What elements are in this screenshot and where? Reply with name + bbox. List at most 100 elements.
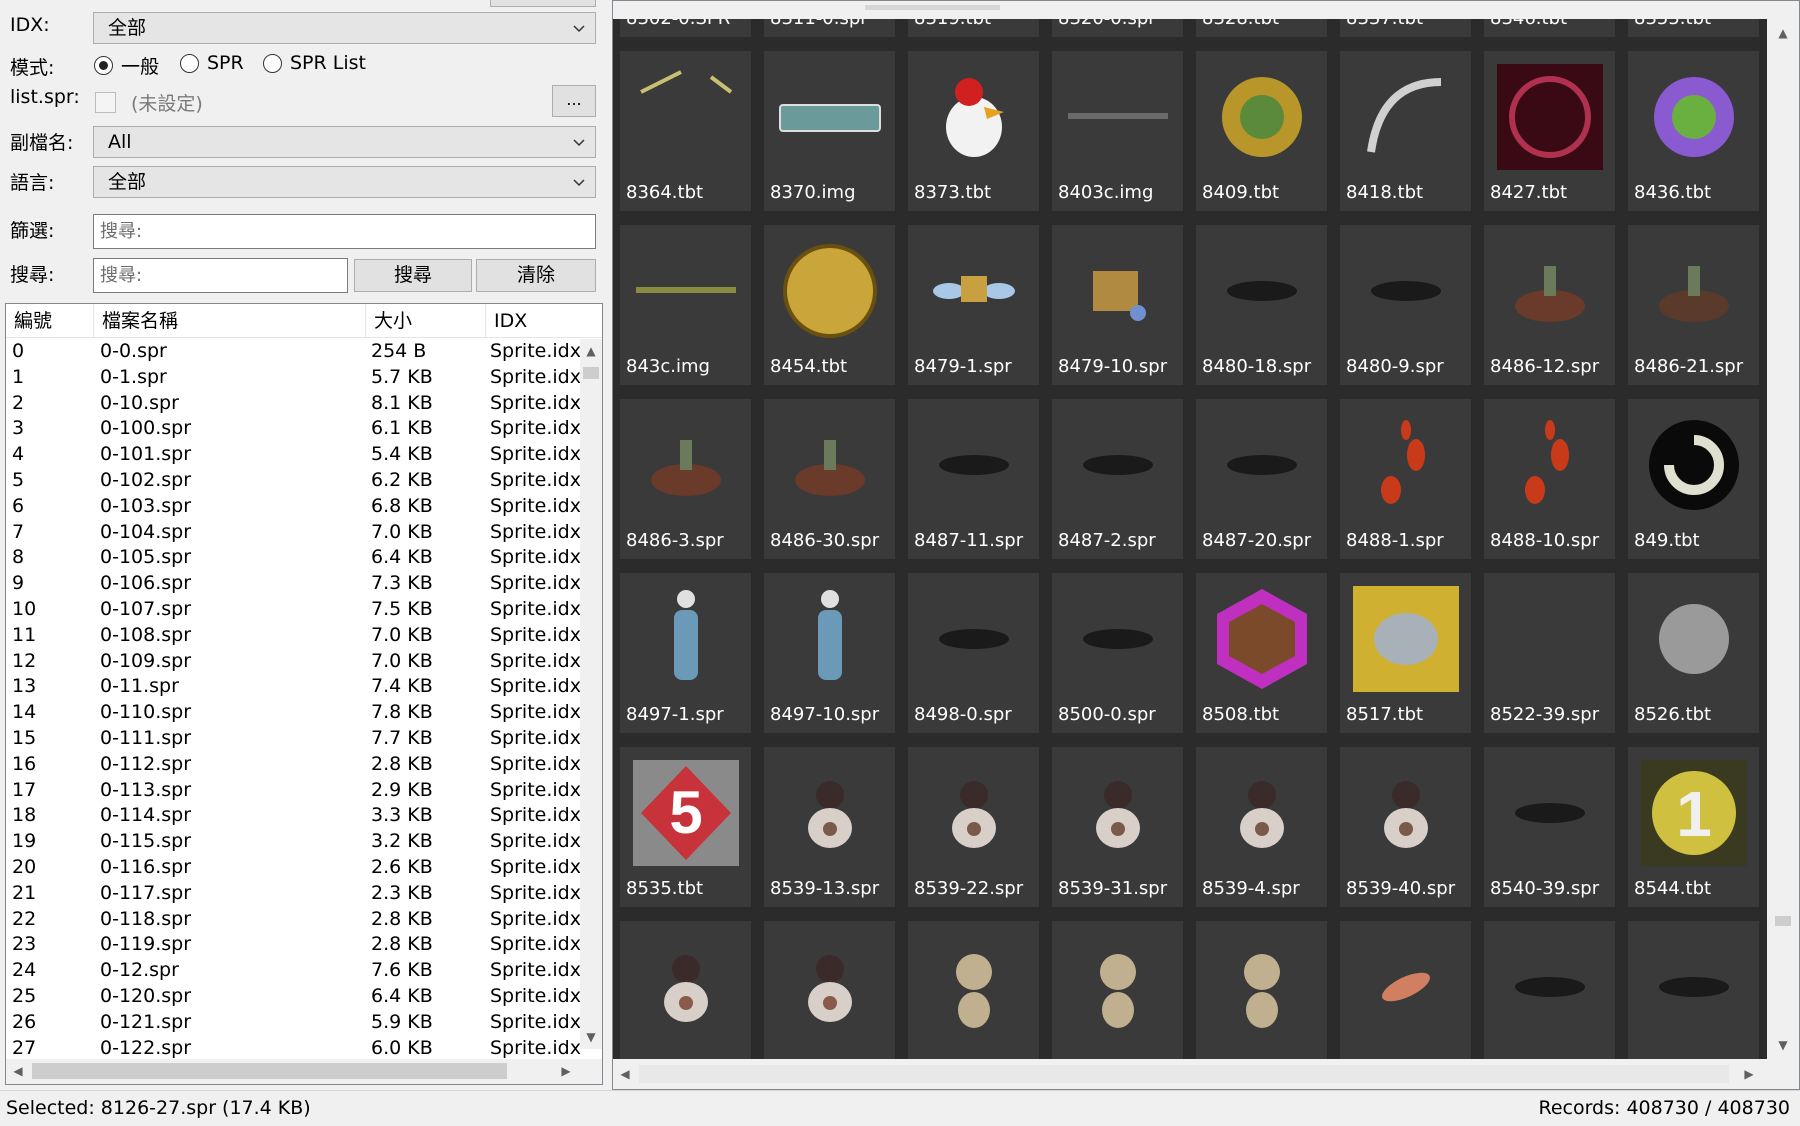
thumbnail-cell[interactable] xyxy=(1484,921,1615,1059)
thumbnail-cell[interactable]: 8418.tbt xyxy=(1340,51,1471,211)
table-row[interactable]: 25 0-120.spr 6.4 KB Sprite.idx xyxy=(6,984,581,1010)
thumbnail-cell[interactable]: 8328.tbt xyxy=(1196,19,1327,37)
thumbnail-cell[interactable]: 843c.img xyxy=(620,225,751,385)
thumbnail-cell[interactable]: 8539-22.spr xyxy=(908,747,1039,907)
thumbnail-cell[interactable]: 8526.tbt xyxy=(1628,573,1759,733)
thumbnail-cell[interactable]: 8364.tbt xyxy=(620,51,751,211)
thumbnail-cell[interactable] xyxy=(764,921,895,1059)
table-row[interactable]: 9 0-106.spr 7.3 KB Sprite.idx xyxy=(6,571,581,597)
table-row[interactable]: 7 0-104.spr 7.0 KB Sprite.idx xyxy=(6,520,581,546)
thumbnail-cell[interactable]: 8486-3.spr xyxy=(620,399,751,559)
mode-radio-spr-list[interactable]: SPR List xyxy=(263,52,366,74)
column-header-filename[interactable]: 檔案名稱 xyxy=(94,304,366,338)
thumbnail-cell[interactable]: 8302-0.SPR xyxy=(620,19,751,37)
thumbnail-horizontal-scrollbar[interactable]: ◀ ▶ xyxy=(613,1059,1767,1089)
table-row[interactable]: 27 0-122.spr 6.0 KB Sprite.idx xyxy=(6,1036,581,1062)
thumbnail-cell[interactable]: 8497-1.spr xyxy=(620,573,751,733)
thumbnail-cell[interactable]: 8479-1.spr xyxy=(908,225,1039,385)
top-button[interactable] xyxy=(490,0,596,7)
table-row[interactable]: 20 0-116.spr 2.6 KB Sprite.idx xyxy=(6,855,581,881)
thumbnail-cell[interactable]: 8487-2.spr xyxy=(1052,399,1183,559)
scroll-left-arrow-icon[interactable]: ◀ xyxy=(615,1064,635,1084)
thumbnail-cell[interactable]: 8486-21.spr xyxy=(1628,225,1759,385)
column-header-number[interactable]: 編號 xyxy=(6,304,94,338)
scroll-up-arrow-icon[interactable]: ▲ xyxy=(581,341,601,361)
scroll-down-arrow-icon[interactable]: ▼ xyxy=(1773,1035,1793,1055)
list-horizontal-scrollbar[interactable]: ◀ ▶ xyxy=(6,1059,602,1084)
scroll-thumb[interactable] xyxy=(639,1065,1729,1083)
thumbnail-cell[interactable]: 8517.tbt xyxy=(1340,573,1471,733)
table-row[interactable]: 11 0-108.spr 7.0 KB Sprite.idx xyxy=(6,623,581,649)
thumbnail-cell[interactable] xyxy=(908,921,1039,1059)
thumbnail-cell[interactable]: 8486-12.spr xyxy=(1484,225,1615,385)
thumbnail-cell[interactable]: 8487-20.spr xyxy=(1196,399,1327,559)
thumbnail-cell[interactable]: 5 8535.tbt xyxy=(620,747,751,907)
filter-input[interactable]: 搜尋: xyxy=(93,214,596,249)
thumbnail-cell[interactable]: 8370.img xyxy=(764,51,895,211)
scroll-up-arrow-icon[interactable]: ▲ xyxy=(1773,23,1793,43)
thumbnail-cell[interactable]: 8486-30.spr xyxy=(764,399,895,559)
thumbnail-cell[interactable]: 8311-0.spr xyxy=(764,19,895,37)
scroll-down-arrow-icon[interactable]: ▼ xyxy=(581,1027,601,1047)
table-row[interactable]: 13 0-11.spr 7.4 KB Sprite.idx xyxy=(6,674,581,700)
table-row[interactable]: 10 0-107.spr 7.5 KB Sprite.idx xyxy=(6,597,581,623)
thumbnail-cell[interactable]: 8488-10.spr xyxy=(1484,399,1615,559)
clear-button[interactable]: 清除 xyxy=(476,259,596,292)
thumbnail-cell[interactable]: 8539-4.spr xyxy=(1196,747,1327,907)
thumbnail-cell[interactable] xyxy=(1196,921,1327,1059)
language-dropdown[interactable]: 全部 xyxy=(93,166,596,198)
mode-radio-spr[interactable]: SPR xyxy=(180,52,244,74)
table-row[interactable]: 6 0-103.spr 6.8 KB Sprite.idx xyxy=(6,494,581,520)
table-row[interactable]: 15 0-111.spr 7.7 KB Sprite.idx xyxy=(6,726,581,752)
table-row[interactable]: 3 0-100.spr 6.1 KB Sprite.idx xyxy=(6,416,581,442)
search-input[interactable]: 搜尋: xyxy=(93,258,348,293)
search-button[interactable]: 搜尋 xyxy=(354,259,472,292)
table-row[interactable]: 4 0-101.spr 5.4 KB Sprite.idx xyxy=(6,442,581,468)
thumbnail-cell[interactable]: 8539-13.spr xyxy=(764,747,895,907)
thumbnail-cell[interactable]: 8480-9.spr xyxy=(1340,225,1471,385)
thumbnail-cell[interactable]: 8403c.img xyxy=(1052,51,1183,211)
table-row[interactable]: 17 0-113.spr 2.9 KB Sprite.idx xyxy=(6,778,581,804)
thumbnail-cell[interactable]: 1 8544.tbt xyxy=(1628,747,1759,907)
thumbnail-cell[interactable]: 8487-11.spr xyxy=(908,399,1039,559)
scroll-thumb[interactable] xyxy=(583,367,599,379)
thumbnail-cell[interactable] xyxy=(1052,921,1183,1059)
scroll-right-arrow-icon[interactable]: ▶ xyxy=(1739,1064,1759,1084)
idx-dropdown[interactable]: 全部 xyxy=(93,12,596,44)
table-row[interactable]: 1 0-1.spr 5.7 KB Sprite.idx xyxy=(6,365,581,391)
thumbnail-cell[interactable] xyxy=(620,921,751,1059)
thumbnail-cell[interactable] xyxy=(1628,921,1759,1059)
thumbnail-cell[interactable]: 849.tbt xyxy=(1628,399,1759,559)
thumbnail-cell[interactable]: 8497-10.spr xyxy=(764,573,895,733)
thumbnail-cell[interactable]: 8522-39.spr xyxy=(1484,573,1615,733)
thumbnail-cell[interactable]: 8488-1.spr xyxy=(1340,399,1471,559)
column-header-size[interactable]: 大小 xyxy=(366,304,486,338)
thumbnail-cell[interactable]: 8498-0.spr xyxy=(908,573,1039,733)
subname-dropdown[interactable]: All xyxy=(93,126,596,158)
thumbnail-cell[interactable]: 8319.tbt xyxy=(908,19,1039,37)
mode-radio-normal[interactable]: 一般 xyxy=(94,52,159,79)
thumbnail-cell[interactable]: 8500-0.spr xyxy=(1052,573,1183,733)
thumbnail-cell[interactable]: 8373.tbt xyxy=(908,51,1039,211)
scroll-left-arrow-icon[interactable]: ◀ xyxy=(8,1061,28,1081)
thumbnail-cell[interactable]: 8409.tbt xyxy=(1196,51,1327,211)
table-row[interactable]: 18 0-114.spr 3.3 KB Sprite.idx xyxy=(6,803,581,829)
table-row[interactable]: 8 0-105.spr 6.4 KB Sprite.idx xyxy=(6,545,581,571)
scroll-right-arrow-icon[interactable]: ▶ xyxy=(556,1061,576,1081)
table-row[interactable]: 5 0-102.spr 6.2 KB Sprite.idx xyxy=(6,468,581,494)
table-row[interactable]: 23 0-119.spr 2.8 KB Sprite.idx xyxy=(6,932,581,958)
table-row[interactable]: 21 0-117.spr 2.3 KB Sprite.idx xyxy=(6,881,581,907)
table-row[interactable]: 0 0-0.spr 254 B Sprite.idx xyxy=(6,339,581,365)
table-row[interactable]: 22 0-118.spr 2.8 KB Sprite.idx xyxy=(6,907,581,933)
table-row[interactable]: 14 0-110.spr 7.8 KB Sprite.idx xyxy=(6,700,581,726)
thumbnail-vertical-scrollbar[interactable]: ▲ ▼ xyxy=(1767,19,1799,1059)
thumbnail-cell[interactable] xyxy=(1340,921,1471,1059)
browse-button[interactable]: ... xyxy=(552,85,596,117)
list-spr-checkbox[interactable] xyxy=(95,92,116,113)
thumbnail-cell[interactable]: 8346.tbt xyxy=(1484,19,1615,37)
table-row[interactable]: 24 0-12.spr 7.6 KB Sprite.idx xyxy=(6,958,581,984)
table-row[interactable]: 12 0-109.spr 7.0 KB Sprite.idx xyxy=(6,649,581,675)
column-header-idx[interactable]: IDX xyxy=(486,304,602,338)
thumbnail-cell[interactable]: 8539-40.spr xyxy=(1340,747,1471,907)
thumbnail-cell[interactable]: 8454.tbt xyxy=(764,225,895,385)
